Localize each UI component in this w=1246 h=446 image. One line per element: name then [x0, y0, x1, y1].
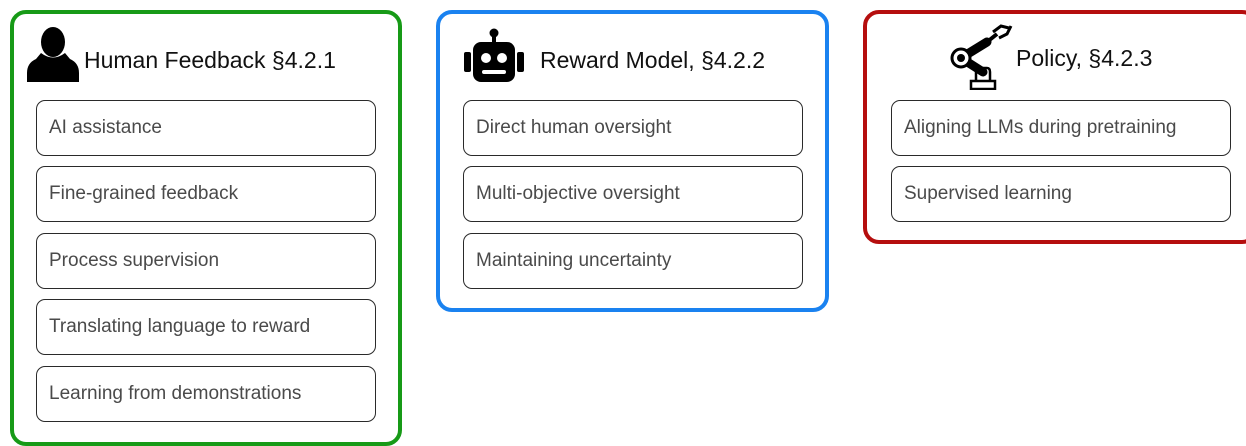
list-item: Learning from demonstrations — [36, 366, 376, 422]
robot-head-icon — [464, 28, 524, 82]
group-human-feedback: Human Feedback §4.2.1 AI assistance Fine… — [10, 10, 402, 446]
group-title: Policy, §4.2.3 — [1016, 45, 1153, 71]
list-item: Supervised learning — [891, 166, 1231, 222]
list-item: Aligning LLMs during pretraining — [891, 100, 1231, 156]
group-title: Human Feedback §4.2.1 — [84, 47, 336, 73]
list-item: Multi-objective oversight — [463, 166, 803, 222]
robotic-arm-icon — [950, 24, 1013, 90]
list-item: Process supervision — [36, 233, 376, 289]
group-policy: Policy, §4.2.3 Aligning LLMs during pret… — [863, 10, 1246, 244]
list-item: Direct human oversight — [463, 100, 803, 156]
group-reward-model: Reward Model, §4.2.2 Direct human oversi… — [436, 10, 829, 312]
group-title: Reward Model, §4.2.2 — [540, 47, 766, 73]
list-item: Translating language to reward — [36, 299, 376, 355]
person-silhouette-icon — [27, 27, 79, 82]
list-item: Maintaining uncertainty — [463, 233, 803, 289]
list-item: AI assistance — [36, 100, 376, 156]
list-item: Fine-grained feedback — [36, 166, 376, 222]
